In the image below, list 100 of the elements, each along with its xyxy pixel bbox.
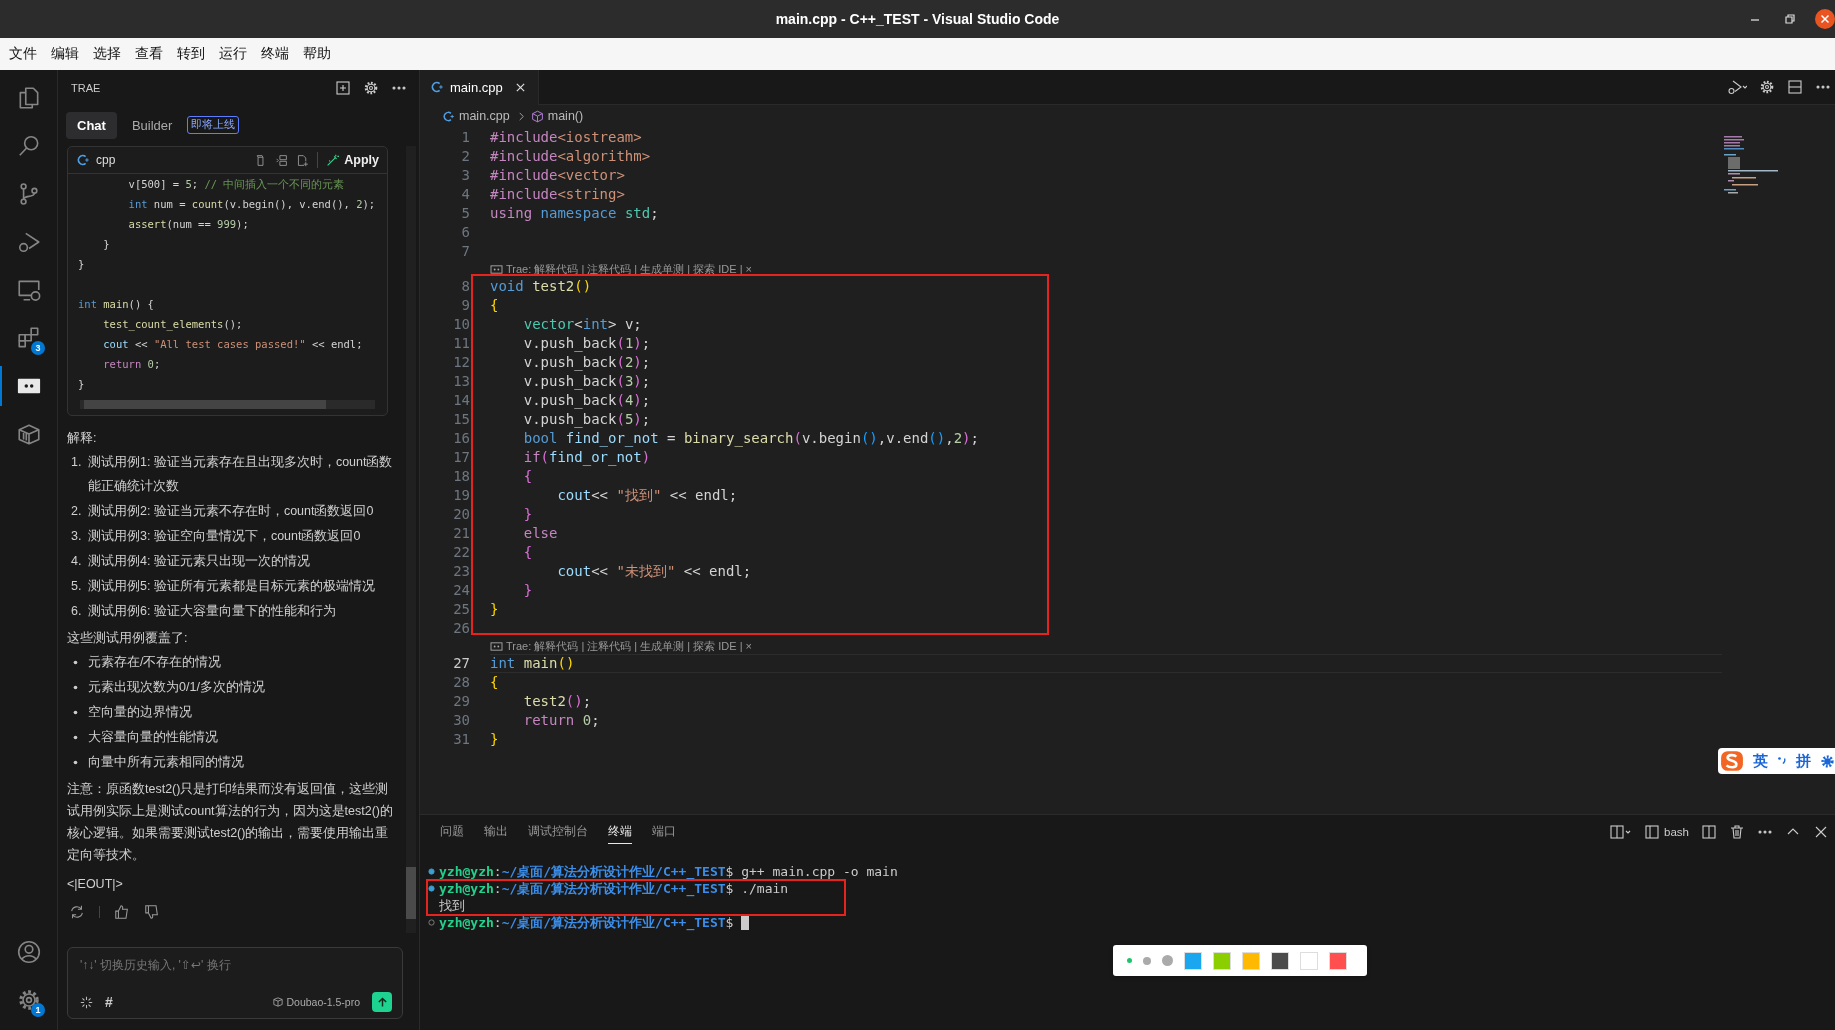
color-swatch[interactable] xyxy=(1242,951,1260,970)
bullet-icon xyxy=(73,660,78,665)
trash-icon[interactable] xyxy=(1729,824,1745,840)
terminal-selector[interactable]: bash xyxy=(1644,824,1689,840)
code-line: #include<iostream> xyxy=(490,129,642,145)
send-button[interactable] xyxy=(372,992,392,1012)
line-number: 20 xyxy=(452,505,470,524)
breadcrumb[interactable]: main.cpp xyxy=(459,109,510,123)
language-mode[interactable]: 英 xyxy=(1753,751,1768,771)
menu-item[interactable]: 终端 xyxy=(261,45,289,63)
code-line: } xyxy=(102,237,111,252)
menu-item[interactable]: 选择 xyxy=(93,45,121,63)
list-item-text: 测试用例4: 验证元素只出现一次的情况 xyxy=(88,553,311,570)
line-number: 15 xyxy=(452,410,470,429)
panel-tab[interactable]: 问题 xyxy=(440,820,464,844)
horizontal-scrollbar[interactable] xyxy=(80,400,375,409)
hashtag-button[interactable]: # xyxy=(105,994,113,1010)
code-line: if(find_or_not) xyxy=(522,449,651,465)
code-line: int num = count(v.begin(), v.end(), 2); xyxy=(127,197,377,212)
panel-tab[interactable]: 输出 xyxy=(484,820,508,844)
settings-icon[interactable] xyxy=(1820,753,1835,769)
notification-count: 3 xyxy=(31,341,45,355)
code-line: cout<< "找到" << endl; xyxy=(556,487,738,503)
breadcrumb[interactable]: main() xyxy=(547,109,584,123)
code-line: } xyxy=(78,377,86,392)
line-number: 11 xyxy=(452,334,470,353)
refresh-icon[interactable] xyxy=(69,904,85,920)
panel-tab[interactable]: 终端 xyxy=(608,820,632,844)
split-editor-icon[interactable] xyxy=(1787,79,1803,95)
code-line: vector<int> v; xyxy=(522,316,642,332)
line-number: 25 xyxy=(452,600,470,619)
panel-tab[interactable]: 调试控制台 xyxy=(528,820,588,844)
line-number: 22 xyxy=(452,543,470,562)
code-line: cout << "All test cases passed!" << endl; xyxy=(102,337,364,352)
vertical-scrollbar[interactable] xyxy=(406,146,416,933)
line-number: 4 xyxy=(460,185,470,204)
line-number: 1 xyxy=(460,128,470,147)
line-number: 16 xyxy=(452,429,470,448)
panel-tab[interactable]: 端口 xyxy=(652,820,676,844)
sparkle-icon[interactable] xyxy=(80,995,93,1009)
menu-item[interactable]: 编辑 xyxy=(51,45,79,63)
code-line: #include<algorithm> xyxy=(490,148,651,164)
menu-item[interactable]: 文件 xyxy=(9,45,37,63)
insert-icon[interactable] xyxy=(275,153,289,167)
list-item-text: 测试用例5: 验证所有元素都是目标元素的极端情况 xyxy=(88,578,376,595)
code-line: } xyxy=(522,582,533,598)
terminal-icon xyxy=(1644,824,1661,840)
account-icon[interactable] xyxy=(15,939,42,965)
color-swatch[interactable] xyxy=(1184,951,1202,970)
menu-item[interactable]: 运行 xyxy=(219,45,247,63)
code-line: { xyxy=(522,468,533,484)
code-line: int main() xyxy=(490,655,575,671)
close-icon[interactable] xyxy=(514,81,526,93)
line-number: 3 xyxy=(460,166,470,185)
code-line: } xyxy=(490,601,499,617)
list-item-text: 测试用例1: 验证当元素存在且出现多次时，count函数能正确统计次数 xyxy=(88,454,394,495)
input-mode[interactable]: 拼 xyxy=(1796,751,1811,771)
model-selector[interactable]: Doubao-1.5-pro xyxy=(273,996,360,1008)
chat-input-box[interactable]: '↑↓' 切换历史输入, '⇧↩' 换行 # Doubao-1.5-pro xyxy=(67,947,403,1019)
chat-mode-tab[interactable]: Chat xyxy=(66,111,117,139)
code-line: cout<< "未找到" << endl; xyxy=(556,563,752,579)
menu-item[interactable]: 帮助 xyxy=(303,45,331,63)
close-icon[interactable] xyxy=(1813,824,1829,840)
code-lens-actions[interactable]: Trae: 解释代码 | 注释代码 | 生成单测 | 探索 IDE | × xyxy=(506,638,753,654)
code-line: bool find_or_not = binary_search(v.begin(),v.end(),2); xyxy=(522,430,979,446)
notification-count: 1 xyxy=(31,1003,45,1017)
chat-mode-tab[interactable]: Builder xyxy=(120,111,184,139)
color-swatch[interactable] xyxy=(1271,951,1289,970)
magic-wand-icon xyxy=(326,153,340,167)
apply-button[interactable]: Apply xyxy=(326,153,379,167)
terminal-line: yzh@yzh:~/桌面/算法分析设计作业/C++_TEST$ ./main xyxy=(439,880,789,897)
settings-icon[interactable] xyxy=(363,79,379,96)
menu-item[interactable]: 转到 xyxy=(177,45,205,63)
list-item-text: 元素存在/不存在的情况 xyxy=(88,654,223,671)
line-number: 29 xyxy=(452,692,470,711)
list-item-text: 元素出现次数为0/1/多次的情况 xyxy=(88,679,266,696)
list-number: 1. xyxy=(70,454,83,471)
run-debug-icon[interactable] xyxy=(1727,79,1747,95)
code-line: v.push_back(5); xyxy=(522,411,651,427)
close-icon[interactable] xyxy=(1815,9,1835,29)
chevron-right-icon xyxy=(516,111,526,121)
editor-tab[interactable]: main.cpp xyxy=(420,69,539,105)
new-file-icon[interactable] xyxy=(296,153,310,167)
terminal-line: yzh@yzh:~/桌面/算法分析设计作业/C++_TEST$ xyxy=(439,914,734,931)
color-swatch[interactable] xyxy=(1300,951,1318,970)
thumbs-up-icon[interactable] xyxy=(114,904,130,920)
code-line: using namespace std; xyxy=(490,205,659,221)
logo-icon[interactable] xyxy=(1720,750,1744,772)
split-terminal-icon[interactable] xyxy=(1701,824,1717,840)
bullet-icon xyxy=(73,760,78,765)
line-number: 28 xyxy=(452,673,470,692)
new-chat-icon[interactable] xyxy=(335,79,351,96)
thumbs-down-icon[interactable] xyxy=(144,904,160,920)
layout-dropdown-icon[interactable] xyxy=(1610,824,1633,840)
color-swatch[interactable] xyxy=(1329,951,1347,970)
note-paragraph: 注意：原函数test2()只是打印结果而没有返回值，这些测试用例实际上是测试count算法的行为，因为这是test2()的核心逻辑。如果需要测试test2()的输出，需要使用输出重定向等技术。 xyxy=(67,781,394,864)
menu-item[interactable]: 查看 xyxy=(135,45,163,63)
list-item-text: 大容量向量的性能情况 xyxy=(88,729,219,746)
color-swatch[interactable] xyxy=(1213,951,1231,970)
chat-input[interactable]: '↑↓' 切换历史输入, '⇧↩' 换行 xyxy=(80,954,392,976)
